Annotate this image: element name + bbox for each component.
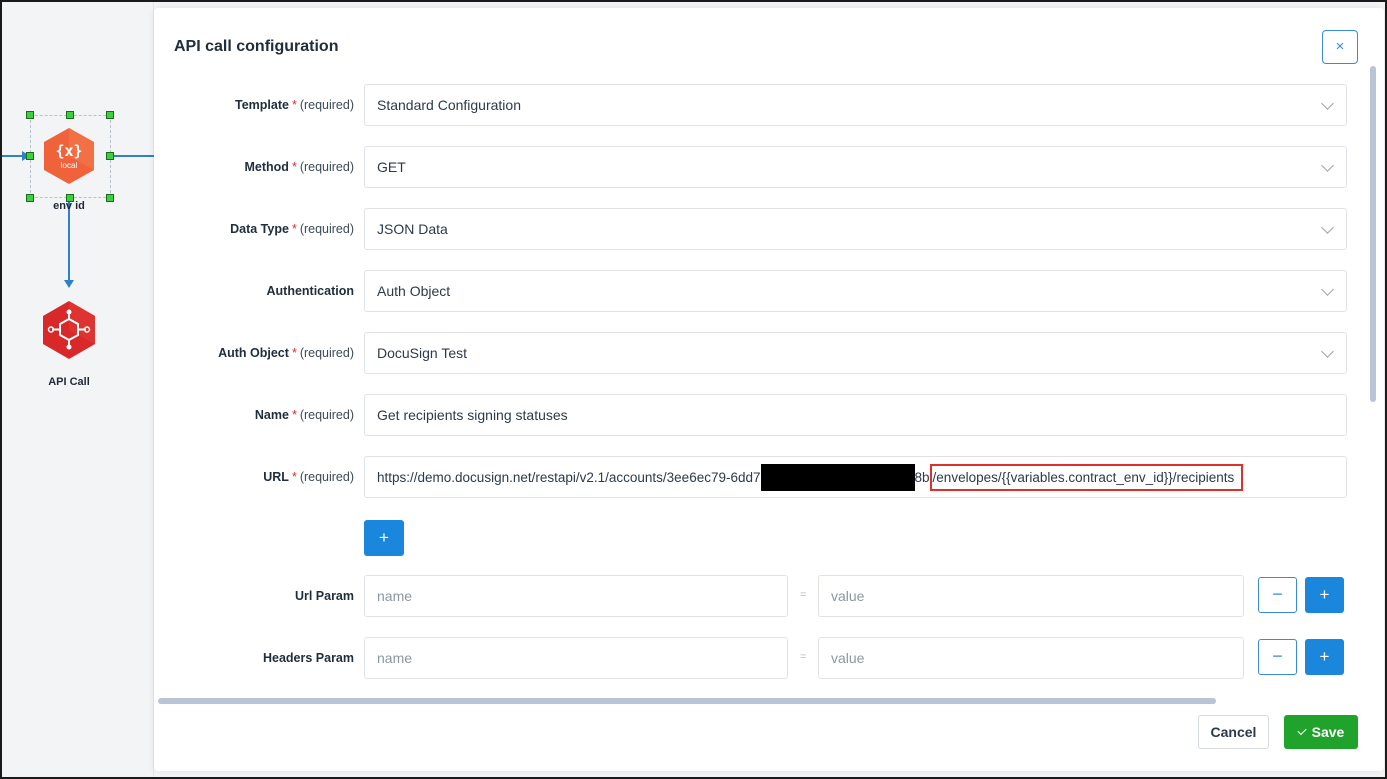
local-variable-node-icon[interactable]: {x} local (42, 126, 96, 186)
auth-object-row: Auth Object * (required) DocuSign Test (154, 332, 1354, 374)
resize-handle[interactable] (106, 152, 114, 160)
resize-handle[interactable] (26, 111, 34, 119)
url-input[interactable]: https://demo.docusign.net/restapi/v2.1/a… (364, 456, 1347, 498)
authentication-label: Authentication (266, 284, 355, 298)
remove-headers-param-button[interactable]: − (1258, 639, 1297, 675)
flow-canvas[interactable]: {x} local env id API Call (2, 2, 154, 777)
headers-param-value-input[interactable]: value (818, 637, 1244, 679)
url-param-value-input[interactable]: value (818, 575, 1244, 617)
data-type-row: Data Type * (required) JSON Data (154, 208, 1354, 250)
chevron-down-icon (1321, 159, 1334, 172)
url-text-after-redaction: 8b (914, 469, 930, 485)
resize-handle[interactable] (26, 194, 34, 202)
chevron-down-icon (1321, 97, 1334, 110)
chevron-down-icon (1321, 283, 1334, 296)
cancel-button[interactable]: Cancel (1198, 715, 1269, 749)
add-url-param-button[interactable]: + (1305, 577, 1344, 613)
chevron-down-icon (1321, 221, 1334, 234)
template-select[interactable]: Standard Configuration (364, 84, 1347, 126)
data-type-select[interactable]: JSON Data (364, 208, 1347, 250)
name-input[interactable]: Get recipients signing statuses (364, 394, 1347, 436)
remove-url-param-button[interactable]: − (1258, 577, 1297, 613)
node-label-api-call: API Call (48, 376, 90, 388)
resize-handle[interactable] (66, 111, 74, 119)
add-headers-param-button[interactable]: + (1305, 639, 1344, 675)
modal-title: API call configuration (174, 38, 339, 55)
data-type-label: Data Type * (required) (230, 222, 354, 236)
arrow-down-icon (64, 280, 74, 288)
url-param-label: Url Param (294, 589, 354, 603)
headers-param-label: Headers Param (262, 651, 354, 665)
url-highlighted-path: /envelopes/{{variables.contract_env_id}}… (929, 463, 1244, 491)
url-param-name-input[interactable]: name (364, 575, 788, 617)
authentication-select[interactable]: Auth Object (364, 270, 1347, 312)
auth-object-select[interactable]: DocuSign Test (364, 332, 1347, 374)
template-row: Template * (required) Standard Configura… (154, 84, 1354, 126)
equals-sign: = (800, 589, 807, 601)
redaction-block (760, 463, 915, 491)
headers-param-row: Headers Param name = value − + (154, 637, 1354, 679)
vertical-scrollbar[interactable] (1370, 66, 1376, 402)
api-config-modal: API call configuration × Template * (req… (154, 8, 1384, 771)
close-button[interactable]: × (1322, 30, 1358, 64)
method-label: Method * (required) (244, 160, 355, 174)
resize-handle[interactable] (106, 111, 114, 119)
api-call-node-icon[interactable] (41, 299, 97, 361)
svg-text:local: local (61, 161, 78, 170)
save-button[interactable]: Save (1284, 715, 1358, 749)
template-label: Template * (required) (234, 98, 354, 112)
name-label: Name * (required) (254, 408, 354, 422)
resize-handle[interactable] (26, 152, 34, 160)
wire-out (110, 155, 154, 157)
equals-sign: = (800, 651, 807, 663)
headers-param-name-input[interactable]: name (364, 637, 788, 679)
url-param-row: Url Param name = value − + (154, 575, 1354, 617)
auth-object-label: Auth Object * (required) (218, 346, 354, 360)
url-label: URL * (required) (263, 470, 354, 484)
name-row: Name * (required) Get recipients signing… (154, 394, 1354, 436)
resize-handle[interactable] (106, 194, 114, 202)
svg-text:{x}: {x} (55, 142, 82, 160)
horizontal-scrollbar[interactable] (158, 698, 1216, 704)
authentication-row: Authentication Auth Object (154, 270, 1354, 312)
check-icon (1297, 725, 1307, 736)
screenshot-frame: {x} local env id API Call API call confi… (0, 0, 1387, 779)
wire-in (2, 155, 24, 157)
method-select[interactable]: GET (364, 146, 1347, 188)
chevron-down-icon (1321, 345, 1334, 358)
method-row: Method * (required) GET (154, 146, 1354, 188)
node-label-env-id: env id (53, 200, 85, 212)
url-row: URL * (required) https://demo.docusign.n… (154, 456, 1354, 498)
add-param-button[interactable]: + (364, 520, 404, 556)
url-text-start: https://demo.docusign.net/restapi/v2.1/a… (377, 469, 761, 485)
